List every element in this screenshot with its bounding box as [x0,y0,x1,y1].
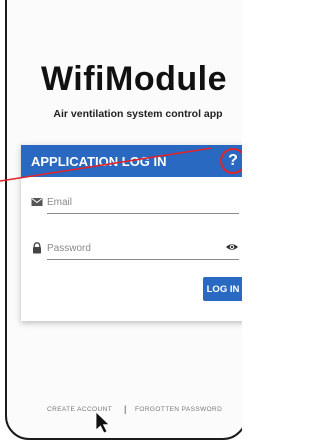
screenshot-stage: WifiModule Air ventilation system contro… [0,0,242,446]
email-input[interactable] [47,191,239,214]
app-subtitle: Air ventilation system control app [53,108,223,120]
card-header: APPLICATION LOG IN ? [21,145,242,177]
email-field [31,191,239,215]
card-title: APPLICATION LOG IN [31,154,167,169]
login-button[interactable]: LOG IN [203,277,242,301]
help-highlight-ring [220,148,242,174]
password-field [31,237,239,261]
app-screen: WifiModule Air ventilation system contro… [7,0,242,438]
phone-frame: WifiModule Air ventilation system contro… [5,0,242,440]
lock-icon [31,241,43,254]
create-account-link[interactable]: CREATE ACCOUNT [47,406,112,413]
app-title: WifiModule [41,60,227,98]
password-input[interactable] [47,237,239,260]
forgotten-password-link[interactable]: FORGOTTEN PASSWORD [135,406,222,413]
link-separator: | [124,404,127,414]
login-card: APPLICATION LOG IN ? Email LOG IN [21,145,242,321]
eye-icon[interactable] [225,240,239,254]
email-icon [31,195,43,207]
